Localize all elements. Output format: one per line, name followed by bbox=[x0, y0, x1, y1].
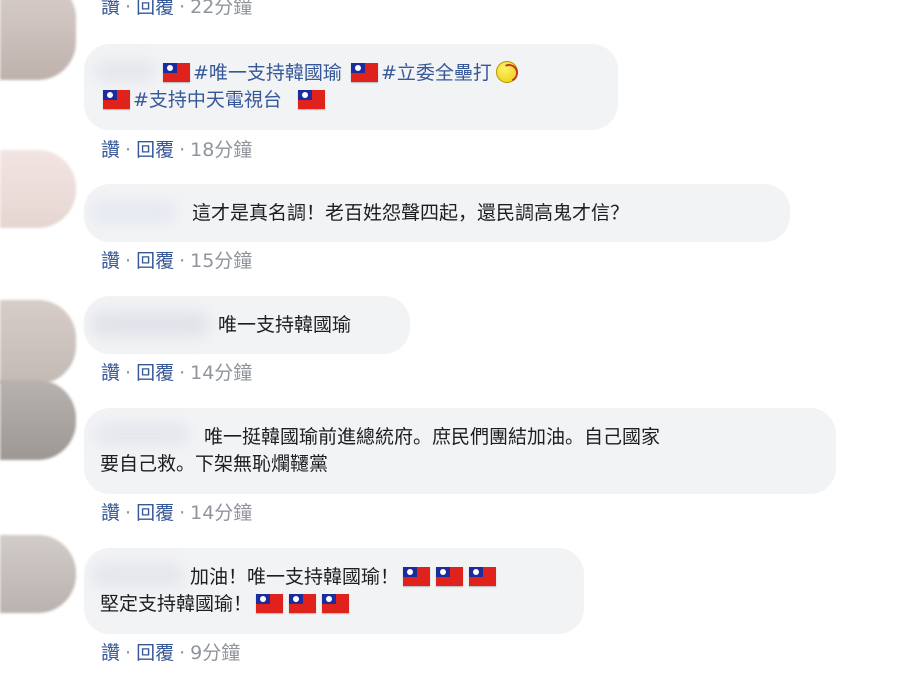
reply-link[interactable]: 回覆 bbox=[136, 135, 174, 162]
separator: · bbox=[125, 139, 132, 161]
timestamp[interactable]: 14分鐘 bbox=[190, 358, 252, 385]
comment-bubble: 唯一挺韓國瑜前進總統府。庶民們團結加油。自己國家 要自己救。下架無恥爛韆黨 bbox=[84, 408, 836, 494]
comment-actions: 讚 · 回覆 · 14分鐘 bbox=[101, 498, 252, 525]
reply-link[interactable]: 回覆 bbox=[136, 246, 174, 273]
taiwan-flag-icon bbox=[163, 63, 190, 82]
reply-link[interactable]: 回覆 bbox=[136, 638, 174, 665]
timestamp[interactable]: 22分鐘 bbox=[190, 0, 252, 19]
separator: · bbox=[125, 250, 132, 272]
taiwan-flag-icon bbox=[289, 594, 317, 613]
comment-text: 這才是真名調！老百姓怨聲四起，還民調高鬼才信？ bbox=[192, 202, 630, 224]
taiwan-flag-icon bbox=[436, 567, 464, 586]
taiwan-flag-icon bbox=[322, 594, 350, 613]
like-link[interactable]: 讚 bbox=[101, 498, 120, 525]
like-link[interactable]: 讚 bbox=[101, 0, 120, 19]
comment-text: 堅定支持韓國瑜！ bbox=[100, 593, 253, 615]
separator: · bbox=[125, 362, 132, 384]
separator: · bbox=[125, 642, 132, 664]
comment-bubble: 唯一支持韓國瑜 bbox=[84, 296, 410, 354]
taiwan-flag-icon bbox=[403, 567, 431, 586]
timestamp[interactable]: 9分鐘 bbox=[190, 638, 240, 665]
comment-bubble: #唯一支持韓國瑜 #立委全壘打 #支持中天電視台 bbox=[84, 44, 618, 130]
separator: · bbox=[179, 642, 186, 664]
hashtag-link[interactable]: #支持中天電視台 bbox=[133, 89, 282, 111]
separator: · bbox=[179, 250, 186, 272]
comment-actions: 讚 · 回覆 · 18分鐘 bbox=[101, 135, 252, 162]
like-link[interactable]: 讚 bbox=[101, 638, 120, 665]
comment-text: 要自己救。下架無恥爛韆黨 bbox=[100, 453, 329, 475]
avatar[interactable] bbox=[0, 535, 76, 613]
taiwan-flag-icon bbox=[297, 90, 325, 109]
reply-link[interactable]: 回覆 bbox=[136, 358, 174, 385]
like-link[interactable]: 讚 bbox=[101, 246, 120, 273]
comment-actions: 讚 · 回覆 · 15分鐘 bbox=[101, 246, 252, 273]
timestamp[interactable]: 15分鐘 bbox=[190, 246, 252, 273]
like-link[interactable]: 讚 bbox=[101, 358, 120, 385]
avatar[interactable] bbox=[0, 380, 76, 460]
separator: · bbox=[179, 139, 186, 161]
comment-text: 加油！唯一支持韓國瑜！ bbox=[190, 566, 400, 588]
separator: · bbox=[125, 502, 132, 524]
separator: · bbox=[179, 0, 186, 18]
timestamp[interactable]: 18分鐘 bbox=[190, 135, 252, 162]
comment-text: 唯一挺韓國瑜前進總統府。庶民們團結加油。自己國家 bbox=[204, 426, 661, 448]
comment-actions: 讚 · 回覆 · 14分鐘 bbox=[101, 358, 252, 385]
separator: · bbox=[179, 502, 186, 524]
hashtag-link[interactable]: #唯一支持韓國瑜 bbox=[193, 62, 342, 84]
commenter-name[interactable] bbox=[90, 310, 210, 338]
timestamp[interactable]: 14分鐘 bbox=[190, 498, 252, 525]
commenter-name[interactable] bbox=[90, 200, 178, 224]
separator: · bbox=[179, 362, 186, 384]
softball-icon bbox=[495, 61, 518, 83]
avatar[interactable] bbox=[0, 300, 76, 384]
comment-bubble: 加油！唯一支持韓國瑜！ 堅定支持韓國瑜！ bbox=[84, 548, 584, 634]
comment-actions: 讚 · 回覆 · 9分鐘 bbox=[101, 638, 240, 665]
reply-link[interactable]: 回覆 bbox=[136, 498, 174, 525]
taiwan-flag-icon bbox=[469, 567, 497, 586]
taiwan-flag-icon bbox=[103, 90, 130, 109]
taiwan-flag-icon bbox=[350, 63, 378, 82]
comment-bubble: 這才是真名調！老百姓怨聲四起，還民調高鬼才信？ bbox=[84, 184, 790, 242]
taiwan-flag-icon bbox=[256, 594, 284, 613]
avatar[interactable] bbox=[0, 0, 76, 80]
reply-link[interactable]: 回覆 bbox=[136, 0, 174, 19]
comment-actions: 讚 · 回覆 · 22分鐘 bbox=[101, 0, 252, 19]
hashtag-link[interactable]: #立委全壘打 bbox=[381, 62, 492, 84]
like-link[interactable]: 讚 bbox=[101, 135, 120, 162]
avatar[interactable] bbox=[0, 150, 76, 228]
comment-text: 唯一支持韓國瑜 bbox=[218, 314, 352, 336]
separator: · bbox=[125, 0, 132, 18]
